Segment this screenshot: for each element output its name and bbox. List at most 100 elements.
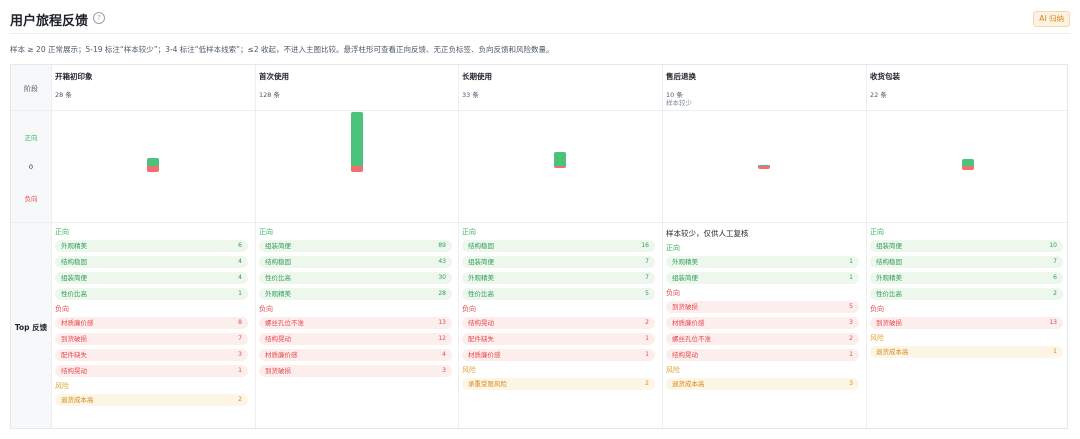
feedback-chip[interactable]: 性价比高 2 — [870, 288, 1063, 300]
feedback-chip[interactable]: 组装简便 7 — [462, 256, 655, 268]
section-title-pos: 正向 — [259, 228, 273, 236]
negative-bar[interactable] — [962, 166, 974, 170]
feedback-count: 10 — [1049, 242, 1057, 249]
negative-bar[interactable] — [758, 166, 770, 169]
positive-bar[interactable] — [554, 152, 566, 166]
feedback-label: 材质廉价感 — [61, 319, 94, 327]
feedback-label: 外观精美 — [672, 258, 698, 266]
feedback-chip[interactable]: 到货破损 3 — [259, 365, 452, 377]
section-title-neg: 负向 — [666, 289, 680, 297]
feedback-label: 组装简便 — [468, 258, 494, 266]
stage-name: 长期使用 — [462, 72, 492, 81]
feedback-label: 结构稳固 — [468, 242, 494, 250]
stage-header: 首次使用 128 条 — [255, 65, 458, 110]
feedback-chip[interactable]: 结构稳固 16 — [462, 240, 655, 252]
feedback-count: 3 — [849, 380, 853, 387]
feedback-label: 结构稳固 — [265, 258, 291, 266]
feedback-count: 12 — [438, 335, 446, 342]
negative-bar[interactable] — [554, 166, 566, 168]
feedback-count: 1 — [238, 290, 242, 297]
feedback-chip[interactable]: 外观精美 6 — [55, 240, 248, 252]
feedback-chip[interactable]: 到货破损 5 — [666, 301, 859, 313]
feedback-count: 4 — [442, 351, 446, 358]
positive-bar[interactable] — [962, 159, 974, 166]
feedback-column: 样本较少，仅供人工复核 正向 外观精美 1 组装简便 1 负向 到货破损 5 材质廉价感 3 螺丝孔位… — [666, 227, 859, 394]
feedback-label: 组装简便 — [876, 242, 902, 250]
feedback-count: 8 — [238, 319, 242, 326]
feedback-chip[interactable]: 结构稳固 7 — [870, 256, 1063, 268]
feedback-chip[interactable]: 退货成本高 2 — [55, 394, 248, 406]
journey-table: 阶段 正向 0 负向 Top 反馈 开箱初印象 28 条正向 外观精美 6 结构稳固 4 组… — [10, 64, 1068, 429]
feedback-label: 到货破损 — [61, 335, 87, 343]
feedback-chip[interactable]: 结构稳固 4 — [55, 256, 248, 268]
negative-bar[interactable] — [147, 166, 159, 172]
row-divider — [11, 222, 1067, 223]
feedback-chip[interactable]: 性价比高 1 — [55, 288, 248, 300]
ai-summary-badge: AI 归纳 — [1033, 11, 1070, 27]
feedback-chip[interactable]: 承重受限风险 2 — [462, 378, 655, 390]
feedback-count: 13 — [438, 319, 446, 326]
feedback-count: 2 — [645, 380, 649, 387]
feedback-chip[interactable]: 配件缺失 3 — [55, 349, 248, 361]
feedback-chip[interactable]: 结构晃动 1 — [666, 349, 859, 361]
feedback-label: 材质廉价感 — [468, 351, 501, 359]
feedback-chip[interactable]: 组装简便 4 — [55, 272, 248, 284]
stage-header: 开箱初印象 28 条 — [51, 65, 254, 110]
feedback-chip[interactable]: 结构晃动 1 — [55, 365, 248, 377]
section-title-neg: 负向 — [259, 305, 273, 313]
feedback-count: 89 — [438, 242, 446, 249]
row-header-chart: 正向 0 负向 — [11, 110, 51, 222]
feedback-chip[interactable]: 材质廉价感 1 — [462, 349, 655, 361]
stage-count: 22 条 — [870, 91, 887, 99]
feedback-count: 2 — [1053, 290, 1057, 297]
feedback-chip[interactable]: 组装简便 1 — [666, 272, 859, 284]
feedback-chip[interactable]: 材质廉价感 3 — [666, 317, 859, 329]
feedback-column: 正向 结构稳固 16 组装简便 7 外观精美 7 性价比高 5 负向 结构晃动 2 配件缺失 1 材质廉价感… — [462, 227, 655, 394]
section-title-neg: 负向 — [55, 305, 69, 313]
feedback-label: 配件缺失 — [61, 351, 87, 359]
feedback-chip[interactable]: 性价比高 5 — [462, 288, 655, 300]
feedback-chip[interactable]: 外观精美 6 — [870, 272, 1063, 284]
feedback-label: 外观精美 — [876, 274, 902, 282]
section-title-neg: 负向 — [870, 305, 884, 313]
feedback-chip[interactable]: 退货成本高 3 — [666, 378, 859, 390]
feedback-chip[interactable]: 组装简便 10 — [870, 240, 1063, 252]
feedback-chip[interactable]: 螺丝孔位不准 13 — [259, 317, 452, 329]
feedback-chip[interactable]: 结构稳固 43 — [259, 256, 452, 268]
row-label-top-feedback: Top 反馈 — [14, 323, 48, 332]
row-label-stage: 阶段 — [24, 85, 38, 93]
section-title-pos: 正向 — [462, 228, 476, 236]
stage-name: 售后退换 — [666, 72, 696, 81]
section-title-risk: 风险 — [666, 366, 680, 374]
feedback-chip[interactable]: 到货破损 13 — [870, 317, 1063, 329]
feedback-chip[interactable]: 性价比高 30 — [259, 272, 452, 284]
feedback-chip[interactable]: 到货破损 7 — [55, 333, 248, 345]
positive-bar[interactable] — [147, 158, 159, 166]
feedback-label: 结构晃动 — [468, 319, 494, 327]
feedback-chip[interactable]: 外观精美 7 — [462, 272, 655, 284]
feedback-chip[interactable]: 退货成本高 1 — [870, 346, 1063, 358]
feedback-chip[interactable]: 材质廉价感 4 — [259, 349, 452, 361]
feedback-chip[interactable]: 结构晃动 2 — [462, 317, 655, 329]
feedback-chip[interactable]: 材质廉价感 8 — [55, 317, 248, 329]
sample-rule-note: 样本 ≥ 20 正常展示；5-19 标注“样本较少”；3-4 标注“低样本线索”… — [10, 45, 554, 54]
feedback-chip[interactable]: 螺丝孔位不准 2 — [666, 333, 859, 345]
feedback-label: 退货成本高 — [672, 380, 705, 388]
feedback-column: 正向组装简便 89 结构稳固 43 性价比高 30 外观精美 28 负向螺丝孔位不准 13 结构晃动… — [259, 227, 452, 381]
help-icon[interactable]: ? — [93, 12, 105, 24]
feedback-chip[interactable]: 外观精美 28 — [259, 288, 452, 300]
column-divider — [662, 65, 663, 428]
feedback-label: 螺丝孔位不准 — [265, 319, 304, 327]
feedback-chip[interactable]: 结构晃动 12 — [259, 333, 452, 345]
feedback-column: 正向 外观精美 6 结构稳固 4 组装简便 4 性价比高 1 负向 材质廉价感 8 到货破损 7 配件缺失 3… — [55, 227, 248, 410]
feedback-count: 1 — [645, 335, 649, 342]
feedback-chip[interactable]: 外观精美 1 — [666, 256, 859, 268]
feedback-label: 结构晃动 — [61, 367, 87, 375]
feedback-label: 性价比高 — [265, 274, 291, 282]
positive-bar[interactable] — [351, 112, 363, 166]
stage-header: 收货包装 22 条 — [866, 65, 1069, 110]
feedback-chip[interactable]: 组装简便 89 — [259, 240, 452, 252]
negative-bar[interactable] — [351, 166, 363, 172]
section-title-pos: 正向 — [666, 244, 680, 252]
feedback-chip[interactable]: 配件缺失 1 — [462, 333, 655, 345]
